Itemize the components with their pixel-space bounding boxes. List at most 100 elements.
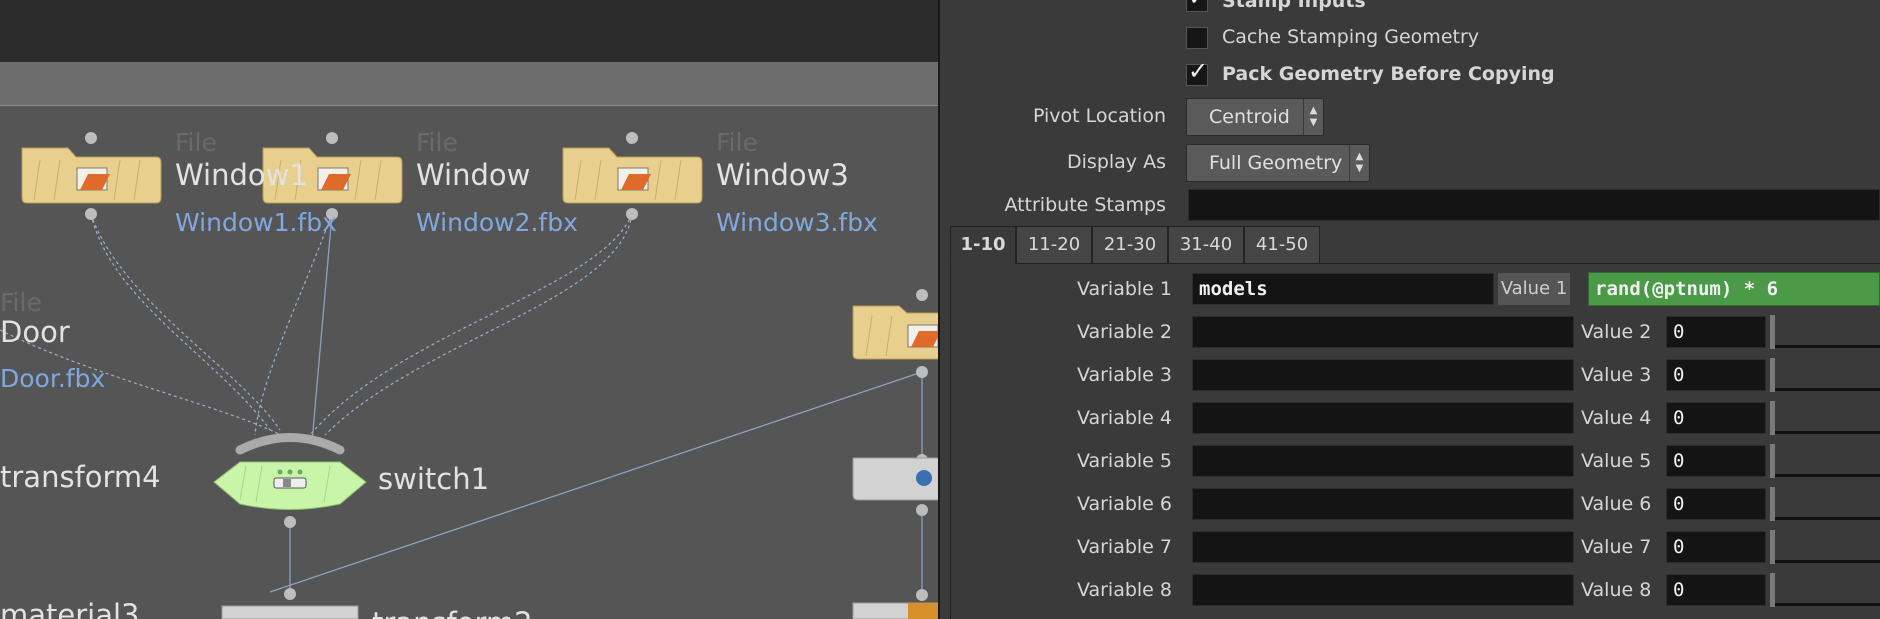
- display-as-menu[interactable]: Full Geometry ▲ ▼: [1186, 144, 1370, 182]
- variable-8-name-field[interactable]: [1192, 574, 1574, 606]
- tab-panel-border: [950, 264, 951, 619]
- node-file-window2: Window2.fbx: [416, 208, 578, 237]
- node-name-window1[interactable]: Window1: [175, 158, 308, 192]
- variable-2-label: Variable 2: [1076, 321, 1172, 343]
- value-5-field[interactable]: 0: [1666, 445, 1766, 477]
- transform2-node[interactable]: [221, 605, 359, 619]
- pivot-location-menu[interactable]: Centroid ▲ ▼: [1186, 98, 1324, 136]
- tab-11-20[interactable]: 11-20: [1016, 226, 1092, 264]
- pivot-location-value: Centroid: [1209, 106, 1290, 128]
- value-7-field[interactable]: 0: [1666, 531, 1766, 563]
- file-node-window3[interactable]: [562, 147, 703, 204]
- variable-5-name-field[interactable]: [1192, 445, 1574, 477]
- tab-1-10[interactable]: 1-10: [950, 226, 1016, 264]
- node-name-door[interactable]: Door: [0, 315, 70, 349]
- node-name-transform2[interactable]: transform2: [372, 606, 533, 619]
- stamp-inputs-checkbox[interactable]: ✓: [1186, 0, 1208, 12]
- value-2-field[interactable]: 0: [1666, 316, 1766, 348]
- network-view[interactable]: File Window1 Window1.fbx File Window Win…: [0, 0, 938, 619]
- node-type-label: File: [716, 128, 758, 157]
- node-name-window3[interactable]: Window3: [716, 158, 849, 192]
- file-folder-icon: [617, 167, 651, 191]
- variable-3-label: Variable 3: [1076, 364, 1172, 386]
- object-merge-node[interactable]: [852, 457, 938, 501]
- node-type-label: File: [175, 128, 217, 157]
- value-2-slider[interactable]: [1770, 315, 1880, 349]
- node-name-transform4[interactable]: transform4: [0, 460, 161, 494]
- node-file-window3: Window3.fbx: [716, 208, 878, 237]
- pack-geometry-checkbox[interactable]: ✓: [1186, 59, 1208, 86]
- wire-window2-switch1-solid: [311, 213, 333, 443]
- updown-arrows-icon: ▲ ▼: [1303, 99, 1323, 135]
- updown-arrows-icon: ▲ ▼: [1349, 145, 1369, 181]
- slider-handle[interactable]: [1770, 358, 1775, 392]
- node-name-window2[interactable]: Window: [416, 158, 530, 192]
- variable-2-name-field[interactable]: [1192, 316, 1574, 348]
- tab-21-30[interactable]: 21-30: [1092, 226, 1168, 264]
- connector-dots: [85, 132, 928, 601]
- value-1-expression-field[interactable]: rand(@ptnum) * 6: [1588, 272, 1880, 306]
- variable-8-label: Variable 8: [1076, 579, 1172, 601]
- slider-handle[interactable]: [1770, 573, 1775, 607]
- variable-4-label: Variable 4: [1076, 407, 1172, 429]
- value-4-slider[interactable]: [1770, 401, 1880, 435]
- file-folder-icon: [907, 324, 938, 348]
- value-5-slider[interactable]: [1770, 444, 1880, 478]
- switch-node[interactable]: [213, 433, 367, 510]
- file-node-window1[interactable]: [21, 147, 162, 204]
- file-folder-icon: [76, 167, 110, 191]
- node-graph[interactable]: [0, 0, 938, 619]
- variable-5-label: Variable 5: [1076, 450, 1172, 472]
- node-file-door: Door.fbx: [0, 364, 106, 393]
- variable-7-label: Variable 7: [1076, 536, 1172, 558]
- cache-stamping-checkbox[interactable]: [1186, 27, 1208, 49]
- tab-41-50[interactable]: 41-50: [1244, 226, 1320, 264]
- solid-wires: [269, 213, 923, 595]
- value-8-slider[interactable]: [1770, 573, 1880, 607]
- tab-31-40[interactable]: 31-40: [1168, 226, 1244, 264]
- value-2-label: Value 2: [1581, 321, 1652, 343]
- wire-window3-switch1: [309, 213, 633, 436]
- variable-1-label: Variable 1: [1076, 278, 1172, 300]
- file-folder-icon: [317, 167, 351, 191]
- variable-7-name-field[interactable]: [1192, 531, 1574, 563]
- node-name-switch1[interactable]: switch1: [378, 462, 489, 496]
- wire-window3-switch1-b: [324, 213, 633, 436]
- image-node-right[interactable]: [852, 602, 938, 619]
- attribute-stamps-field[interactable]: [1188, 189, 1880, 221]
- variable-6-name-field[interactable]: [1192, 488, 1574, 520]
- node-file-window1: Window1.fbx: [175, 208, 337, 237]
- value-7-slider[interactable]: [1770, 530, 1880, 564]
- slider-handle[interactable]: [1770, 315, 1775, 349]
- value-6-field[interactable]: 0: [1666, 488, 1766, 520]
- slider-handle[interactable]: [1770, 401, 1775, 435]
- texture-icon: [908, 603, 938, 619]
- variable-4-name-field[interactable]: [1192, 402, 1574, 434]
- value-4-field[interactable]: 0: [1666, 402, 1766, 434]
- variable-6-label: Variable 6: [1076, 493, 1172, 515]
- display-as-value: Full Geometry: [1209, 152, 1343, 174]
- value-3-field[interactable]: 0: [1666, 359, 1766, 391]
- value-3-slider[interactable]: [1770, 358, 1880, 392]
- attribute-stamps-label: Attribute Stamps: [1004, 194, 1166, 216]
- value-5-label: Value 5: [1581, 450, 1652, 472]
- pack-geometry-label: Pack Geometry Before Copying: [1222, 63, 1555, 85]
- wire-window2-switch1: [254, 213, 333, 436]
- slider-handle[interactable]: [1770, 530, 1775, 564]
- value-8-field[interactable]: 0: [1666, 574, 1766, 606]
- variable-3-name-field[interactable]: [1192, 359, 1574, 391]
- slider-handle[interactable]: [1770, 487, 1775, 521]
- switch-icon: [273, 469, 307, 489]
- stamp-inputs-label: Stamp Inputs: [1222, 0, 1366, 12]
- slider-handle[interactable]: [1770, 444, 1775, 478]
- value-6-slider[interactable]: [1770, 487, 1880, 521]
- merge-icon: [916, 470, 932, 486]
- node-name-material3[interactable]: material3: [0, 598, 140, 619]
- file-node-right[interactable]: [852, 305, 938, 360]
- variable-1-name-field[interactable]: models: [1192, 273, 1494, 305]
- value-6-label: Value 6: [1581, 493, 1652, 515]
- pivot-location-label: Pivot Location: [1032, 105, 1166, 127]
- wire-file-right-transform2: [269, 371, 923, 593]
- node-type-label: File: [0, 288, 42, 317]
- cache-stamping-label: Cache Stamping Geometry: [1222, 26, 1480, 48]
